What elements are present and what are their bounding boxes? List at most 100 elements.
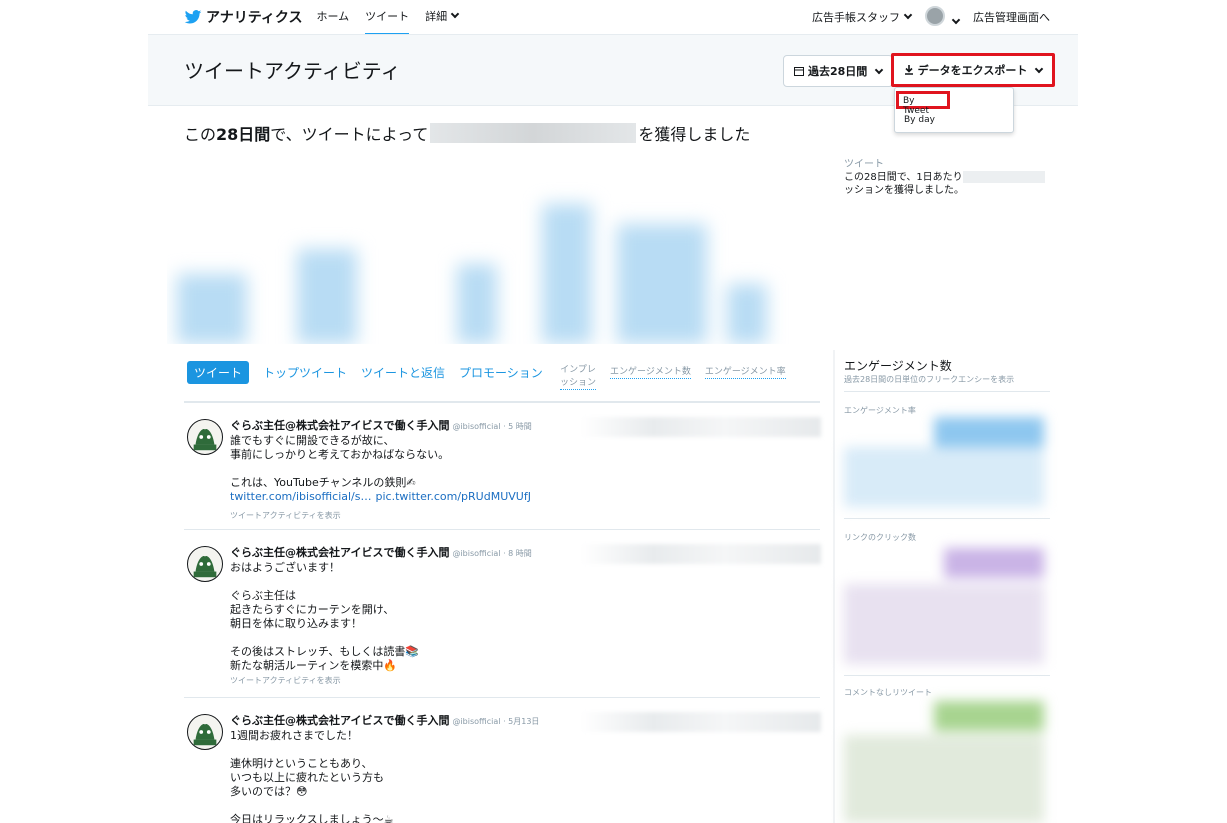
- summary-suffix: を獲得しました: [638, 125, 751, 144]
- column-engagement-rate[interactable]: エンゲージメント率: [704, 364, 786, 379]
- tweet-author-name[interactable]: ぐらぶ主任@株式会社アイビスで働く手入間: [230, 546, 449, 560]
- tweet-author-name[interactable]: ぐらぶ主任@株式会社アイビスで働く手入間: [230, 714, 449, 728]
- retweets-chart: [844, 699, 1050, 823]
- chevron-down-icon: [951, 15, 961, 24]
- summary-middle: で、ツイートによって: [270, 125, 429, 144]
- page-header: ツイートアクティビティ 過去28日間 データをエクスポート By Tweet B…: [148, 34, 1078, 133]
- chart-bar: [617, 224, 707, 344]
- link-clicks-label: リンクのクリック数: [844, 533, 916, 542]
- chart-bar: [844, 735, 1044, 823]
- redacted-metrics: [581, 544, 821, 564]
- redacted-value: [962, 171, 1045, 183]
- chart-bar: [844, 447, 1044, 507]
- ads-manager-link[interactable]: 広告管理画面へ: [973, 9, 1050, 25]
- tweet-body: ぐらぶ主任@株式会社アイビスで働く手入間 @ibisofficial · 8 時間…: [230, 546, 590, 688]
- divider: [844, 391, 1050, 392]
- side-summary-label: ツイート: [844, 159, 884, 170]
- chart-bar: [944, 548, 1044, 578]
- chart-bar: [177, 274, 247, 344]
- divider: [844, 518, 1050, 519]
- impressions-summary: この 28日間 で、ツイートによって を獲得しました: [184, 121, 750, 145]
- tweet-author-name[interactable]: ぐらぶ主任@株式会社アイビスで働く手入間: [230, 419, 449, 433]
- link-clicks-chart: [844, 544, 1050, 664]
- avatar[interactable]: [187, 714, 223, 750]
- tweet-text: 誰でもすぐに開設できるが故に、 事前にしっかりと考えておかねばならない。 これは…: [230, 434, 450, 489]
- column-engagements[interactable]: エンゲージメント数: [610, 364, 691, 379]
- chart-bar: [297, 249, 357, 344]
- mascot-avatar-icon: [193, 723, 217, 746]
- export-label: データをエクスポート: [917, 64, 1028, 77]
- period-selector-button[interactable]: 過去28日間: [783, 55, 894, 87]
- tweet-text: おはようございます！ ぐらぶ主任は 起きたらすぐにカーテンを開け、 朝日を体に取…: [230, 561, 420, 672]
- chevron-down-icon: [875, 65, 884, 74]
- tweet-row: ぐらぶ主任@株式会社アイビスで働く手入間 @ibisofficial · 5 時間…: [184, 403, 821, 530]
- avatar[interactable]: [187, 546, 223, 582]
- avatar[interactable]: [187, 419, 223, 455]
- twitter-bird-icon: [184, 9, 202, 23]
- export-by-tweet-item[interactable]: By Tweet: [896, 91, 950, 116]
- mascot-avatar-icon: [193, 428, 217, 451]
- nav-more[interactable]: 詳細: [425, 0, 460, 35]
- tab-top-tweets[interactable]: トップツイート: [263, 364, 347, 381]
- tweet-body: ぐらぶ主任@株式会社アイビスで働く手入間 @ibisofficial · 5月13…: [230, 714, 590, 823]
- tab-tweets[interactable]: ツイート: [187, 361, 250, 384]
- chevron-down-icon: [903, 10, 913, 20]
- blurred-bars: [167, 158, 827, 344]
- side-summary: ツイート この28日間で、1日あたり ッションを獲得しました。: [844, 158, 1054, 197]
- chart-bar: [844, 584, 1044, 664]
- tweet-row: ぐらぶ主任@株式会社アイビスで働く手入間 @ibisofficial · 8 時間…: [184, 530, 821, 698]
- redacted-value: [430, 123, 637, 143]
- divider: [844, 675, 1050, 676]
- redacted-metrics: [581, 417, 821, 437]
- nav-more-label: 詳細: [425, 10, 448, 23]
- right-panel-divider: [833, 350, 835, 823]
- column-impressions-line1: インプレ: [560, 365, 596, 375]
- engagement-rate-label: エンゲージメント率: [844, 406, 916, 415]
- user-menu[interactable]: [925, 5, 961, 29]
- account-name: 広告手帳スタッフ: [812, 11, 900, 24]
- column-impressions-line2: ッション: [560, 378, 597, 390]
- column-headers: インプレッション エンゲージメント数 エンゲージメント率: [560, 364, 786, 390]
- tweet-handle: @ibisofficial · 8 時間: [452, 549, 532, 558]
- brand[interactable]: アナリティクス: [184, 7, 302, 27]
- export-data-button[interactable]: データをエクスポート: [891, 53, 1055, 87]
- mascot-avatar-icon: [193, 555, 217, 578]
- tweet-link[interactable]: twitter.com/ibisofficial/s…: [230, 490, 372, 504]
- tweet-handle: @ibisofficial · 5 時間: [452, 422, 532, 431]
- period-label: 過去28日間: [808, 65, 868, 78]
- chart-bar: [542, 204, 592, 344]
- tweet-tabs: ツイート トップツイート ツイートと返信 プロモーション: [187, 361, 543, 384]
- tab-tweets-and-replies[interactable]: ツイートと返信: [361, 364, 445, 381]
- download-icon: [904, 65, 913, 75]
- redacted-metrics: [581, 712, 821, 732]
- summary-prefix: この: [184, 125, 217, 144]
- side-summary-line1: この28日間で、1日あたり: [844, 172, 963, 183]
- view-tweet-activity-link[interactable]: ツイートアクティビティを表示: [230, 509, 590, 523]
- account-menu[interactable]: 広告手帳スタッフ: [812, 9, 913, 25]
- tweet-text: 1週間お疲れさまでした！ 連休明けということもあり、 いつも以上に疲れたという方…: [230, 729, 394, 823]
- tweet-media-link[interactable]: pic.twitter.com/pRUdMUVUfJ: [376, 490, 531, 504]
- summary-period: 28日間: [216, 125, 271, 144]
- export-by-day-item[interactable]: By day: [904, 115, 935, 125]
- avatar: [925, 5, 945, 26]
- tweet-body: ぐらぶ主任@株式会社アイビスで働く手入間 @ibisofficial · 5 時間…: [230, 419, 590, 523]
- retweets-label: コメントなしリツイート: [844, 688, 932, 697]
- column-impressions[interactable]: インプレ ッション: [560, 364, 597, 390]
- chevron-down-icon: [450, 9, 460, 19]
- chart-bar: [457, 264, 497, 344]
- chart-bar: [934, 417, 1044, 451]
- calendar-icon: [794, 67, 804, 76]
- engagements-subtitle: 過去28日間の日単位のフリークエンシーを表示: [844, 375, 1015, 384]
- nav-home[interactable]: ホーム: [316, 0, 349, 35]
- view-tweet-activity-link[interactable]: ツイートアクティビティを表示: [230, 674, 590, 688]
- tab-promotions[interactable]: プロモーション: [459, 364, 543, 381]
- chart-bar: [727, 284, 767, 344]
- export-dropdown-menu: By Tweet By day: [894, 87, 1014, 133]
- engagement-rate-chart: [844, 417, 1050, 507]
- side-summary-line2: ッションを獲得しました。: [844, 185, 964, 196]
- chart-bar: [934, 701, 1044, 731]
- brand-title: アナリティクス: [206, 10, 303, 26]
- impressions-chart: [167, 158, 827, 344]
- nav-tweets[interactable]: ツイート: [365, 0, 410, 35]
- page-title: ツイートアクティビティ: [184, 59, 401, 83]
